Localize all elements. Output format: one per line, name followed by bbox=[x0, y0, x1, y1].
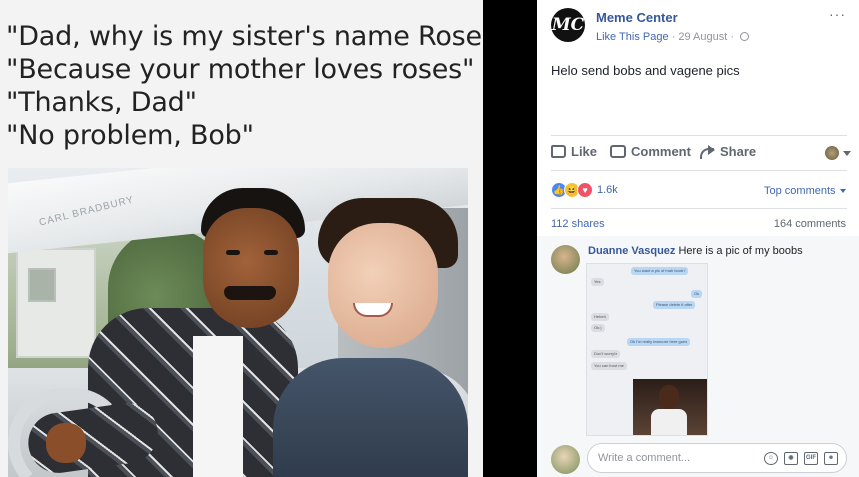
comment-text-line: Duanne Vasquez Here is a pic of my boobs bbox=[588, 245, 803, 257]
comment-author[interactable]: Duanne Vasquez bbox=[588, 245, 675, 257]
viewer-comment-avatar bbox=[551, 445, 580, 474]
emoji-icon[interactable]: ☺ bbox=[764, 452, 778, 465]
chat-bubble: Ok I'm really insecure here goes bbox=[627, 338, 691, 346]
teen-face bbox=[328, 223, 438, 348]
comment-label: Comment bbox=[631, 144, 691, 159]
page-avatar[interactable]: MC bbox=[551, 8, 585, 42]
love-reaction-icon: ♥ bbox=[577, 182, 593, 198]
commenter-avatar[interactable] bbox=[551, 245, 580, 274]
meme-line-1: "Dad, why is my sister's name Rose?" bbox=[6, 21, 483, 52]
chat-bubble: You can trust me bbox=[591, 362, 627, 370]
teen-shirt bbox=[273, 358, 468, 477]
action-bar: Like Comment Share bbox=[551, 144, 851, 162]
comment-button[interactable]: Comment bbox=[610, 144, 691, 159]
globe-icon bbox=[740, 32, 750, 41]
thumbs-up-icon bbox=[551, 145, 566, 158]
chat-bubble: Yes bbox=[591, 278, 604, 286]
post-text: Helo send bobs and vagene pics bbox=[551, 63, 740, 78]
dad-eye bbox=[226, 250, 240, 255]
meme-line-4: "No problem, Bob" bbox=[6, 120, 254, 151]
share-icon bbox=[699, 144, 715, 159]
shares-link[interactable]: 112 shares bbox=[551, 218, 605, 230]
post-meta: Like This Page · 29 August · bbox=[596, 31, 750, 43]
page-name-link[interactable]: Meme Center bbox=[596, 10, 678, 25]
chat-bubble: Heheh bbox=[591, 313, 609, 321]
comment-text: Here is a pic of my boobs bbox=[678, 245, 803, 257]
meme-caption: "Dad, why is my sister's name Rose?" "Be… bbox=[6, 20, 483, 152]
post-date[interactable]: 29 August bbox=[678, 31, 727, 43]
divider-line bbox=[551, 170, 847, 171]
house bbox=[16, 248, 96, 358]
facebook-post: MC Meme Center Like This Page · 29 Augus… bbox=[537, 0, 859, 477]
chat-bubble: Please delete it after bbox=[653, 301, 696, 309]
meme-line-2: "Because your mother loves roses" bbox=[6, 54, 475, 85]
meme-line-3: "Thanks, Dad" bbox=[6, 87, 197, 118]
chat-bubble: Don't worry!x bbox=[591, 350, 621, 358]
like-button[interactable]: Like bbox=[551, 144, 597, 159]
comments-section: Duanne Vasquez Here is a pic of my boobs… bbox=[537, 236, 859, 477]
share-button[interactable]: Share bbox=[699, 144, 756, 159]
divider bbox=[483, 0, 537, 477]
meme-photo: CARL BRADBURY bbox=[8, 168, 468, 477]
camera-icon[interactable]: ◉ bbox=[784, 452, 798, 465]
comment-input-icons: ☺ ◉ GIF ☻ bbox=[764, 452, 838, 465]
viewer-avatar[interactable] bbox=[825, 146, 839, 160]
reactions-summary[interactable]: 👍 😆 ♥ 1.6k bbox=[551, 182, 618, 198]
dad-undershirt bbox=[193, 336, 243, 477]
meta-separator: · bbox=[730, 31, 735, 43]
like-page-link[interactable]: Like This Page bbox=[596, 31, 669, 43]
chat-bubble: You want a pic of mah boob? bbox=[631, 267, 689, 275]
reaction-count: 1.6k bbox=[597, 184, 618, 196]
dad-hand bbox=[46, 423, 86, 463]
meme-image: "Dad, why is my sister's name Rose?" "Be… bbox=[0, 0, 483, 477]
divider-line bbox=[551, 208, 847, 209]
comment-image[interactable]: You want a pic of mah boob? Yes Ok Pleas… bbox=[586, 263, 708, 436]
comment-input[interactable]: Write a comment... ☺ ◉ GIF ☻ bbox=[587, 443, 847, 473]
dad-face bbox=[203, 208, 299, 328]
chat-bubble: Ok:) bbox=[591, 324, 605, 332]
comment-input-placeholder: Write a comment... bbox=[598, 452, 691, 464]
dad-eye bbox=[264, 250, 278, 255]
sticker-icon[interactable]: ☻ bbox=[824, 452, 838, 465]
runner-photo bbox=[633, 379, 707, 435]
dad-mustache bbox=[224, 286, 276, 300]
top-comments-dropdown[interactable]: Top comments bbox=[764, 185, 846, 197]
divider-line bbox=[551, 135, 847, 136]
comment-icon bbox=[610, 145, 626, 158]
chat-bubble: Ok bbox=[691, 290, 703, 298]
chevron-down-icon[interactable] bbox=[843, 151, 851, 156]
more-options-icon[interactable]: ··· bbox=[829, 6, 846, 22]
gif-icon[interactable]: GIF bbox=[804, 452, 818, 465]
comments-count-link[interactable]: 164 comments bbox=[774, 218, 846, 230]
share-label: Share bbox=[720, 144, 757, 159]
like-label: Like bbox=[571, 144, 598, 159]
